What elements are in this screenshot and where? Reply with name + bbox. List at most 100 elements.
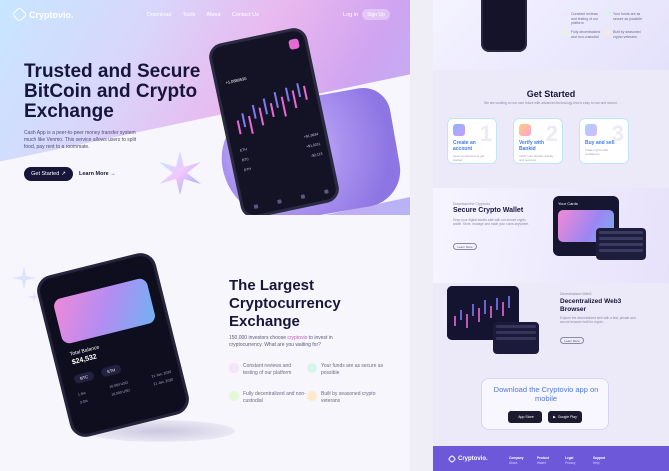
asset-value: +$1,0211 (305, 141, 321, 149)
hero-section: Cryptovio. Download Tools About Contact … (0, 0, 410, 215)
step-number: 1 (479, 121, 492, 146)
coin-chip-btc[interactable]: BTC (73, 370, 95, 385)
footer-column: Company About (509, 456, 524, 466)
section-description: 150,000 investors choose cryptovio to in… (229, 335, 354, 349)
coin-chip-eth[interactable]: ETH (100, 363, 122, 378)
step-card-verify[interactable]: 2 Verify with Bankid Verify your identit… (513, 118, 563, 164)
feature-text: Constant reviews and testing of our plat… (243, 363, 292, 376)
google-play-button[interactable]: ▶ Google Play (548, 411, 582, 423)
browser-tag: Decentralized Web3 (560, 292, 592, 296)
footer-link[interactable]: Help (593, 461, 605, 466)
browser-learn-more-button[interactable]: Learn More (560, 337, 584, 344)
hero-description: Cash App is a peer-to-peer money transfe… (24, 130, 137, 150)
footer: Cryptovio. Company About Product Wallet Le… (433, 446, 669, 471)
verify-icon (519, 124, 531, 136)
wallet-title: Secure Crypto Wallet (453, 207, 524, 214)
browser-description: Explore the decentralized web with a fas… (560, 316, 636, 325)
step-number: 2 (545, 121, 558, 146)
holographic-star-icon (159, 151, 201, 195)
step-card-create-account[interactable]: 1 Create an account Open an account to g… (447, 118, 497, 164)
table-row (496, 325, 536, 328)
arrow-up-right-icon: ↗ (61, 171, 66, 177)
footer-column: Support Help (593, 456, 605, 466)
step-number: 3 (611, 121, 624, 146)
step-desc: Trade crypto with confidence. (585, 148, 608, 156)
table-row (599, 249, 643, 252)
phone-balance: +1,0880530 (225, 75, 247, 86)
profile-icon (324, 189, 329, 194)
brand-name: Cryptovio. (29, 9, 74, 20)
get-started-button[interactable]: Get Started ↗ (24, 167, 73, 181)
desc-prefix: 150,000 investors choose (229, 335, 288, 341)
bar-chart-icon (229, 363, 239, 373)
nav-link-about[interactable]: About (206, 12, 220, 18)
step-desc: Verify your identity quickly and securel… (519, 154, 554, 162)
signup-button[interactable]: Sign Up (362, 9, 390, 20)
top-navigation: Cryptovio. Download Tools About Contact … (0, 0, 410, 30)
footer-brand: Cryptovio. (458, 456, 488, 462)
shield-icon (307, 363, 317, 373)
home-icon (253, 204, 259, 209)
coin-chips: BTC ETH (73, 363, 122, 385)
brand-logo[interactable]: Cryptovio. (11, 6, 74, 23)
feature-text: Constant reviews and testing of our plat… (571, 12, 599, 25)
nav-link-tools[interactable]: Tools (182, 12, 195, 18)
footer-link[interactable]: About (509, 461, 524, 466)
footer-column: Product Wallet (537, 456, 549, 466)
feature-item: Constant reviews and testing of our plat… (229, 363, 307, 376)
footer-heading: Company (509, 456, 524, 460)
feature-text: Your funds are as secure as possible (321, 363, 384, 376)
learn-more-label: Learn More (79, 171, 109, 177)
bar-chart-icon (563, 12, 568, 17)
table-row (599, 237, 643, 240)
footer-link[interactable]: Wallet (537, 461, 549, 466)
credit-card-illustration (52, 277, 157, 345)
nav-link-download[interactable]: Download (147, 12, 171, 18)
step-card-buy-sell[interactable]: 3 Buy and sell Trade crypto with confide… (579, 118, 629, 164)
table-widget (596, 228, 646, 260)
browser-title: Decentralized Web3 Browser (560, 298, 622, 313)
wallet-learn-more-button[interactable]: Learn More (453, 243, 477, 250)
right-phone-mockup (481, 0, 527, 52)
landing-page: Cryptovio. Download Tools About Contact … (0, 0, 669, 471)
user-icon (453, 124, 465, 136)
footer-logo[interactable]: Cryptovio. (447, 454, 488, 464)
feature-item: Built by seasoned crypto veterans (605, 30, 643, 39)
logo-icon (11, 6, 28, 23)
phone-menu-icon (288, 38, 300, 51)
orders-widget (493, 322, 539, 354)
nav-link-contact[interactable]: Contact Us (232, 12, 259, 18)
phone-balance: Total Balance $24,532 (69, 344, 102, 366)
medal-icon (605, 30, 610, 35)
app-store-button[interactable]: App Store (508, 411, 542, 423)
login-link[interactable]: Log in (343, 12, 358, 18)
feature-item: Built by seasoned crypto veterans (307, 391, 385, 404)
footer-link[interactable]: Privacy (565, 461, 575, 466)
get-started-title: Get Started (526, 89, 576, 99)
feature-item: Fully decentralized and non-custodial (229, 391, 307, 404)
change: 3.3% (79, 398, 89, 405)
download-app-banner: Download the Cryptovio app on mobile App… (481, 378, 609, 430)
logo-icon (447, 454, 457, 464)
asset-name: ETH (239, 147, 248, 153)
feature-item: Your funds are as secure as possible (605, 12, 643, 21)
asset-name: BTC (241, 157, 250, 163)
check-icon (563, 30, 568, 35)
date: 21 Jan, 2020 (151, 369, 172, 379)
brand-highlight[interactable]: cryptovio (287, 335, 307, 341)
step-desc: Open an account to get started. (453, 154, 485, 162)
arrow-right-icon: → (110, 171, 116, 177)
table-row (599, 231, 643, 234)
footer-heading: Legal (565, 456, 574, 460)
app-store-label: App Store (518, 415, 534, 419)
medal-icon (307, 391, 317, 401)
nav-links: Download Tools About Contact Us (147, 12, 259, 18)
learn-more-link[interactable]: Learn More → (79, 171, 116, 177)
wallet-icon (300, 194, 306, 199)
feature-item: Fully decentralized and non-custodial (563, 30, 601, 39)
chart-icon (277, 199, 282, 204)
table-row (599, 243, 643, 246)
shopping-bag-icon (585, 124, 597, 136)
feature-item: Your funds are as secure as possible (307, 363, 385, 376)
get-started-subtitle: We are working on our own future with ad… (484, 101, 618, 105)
